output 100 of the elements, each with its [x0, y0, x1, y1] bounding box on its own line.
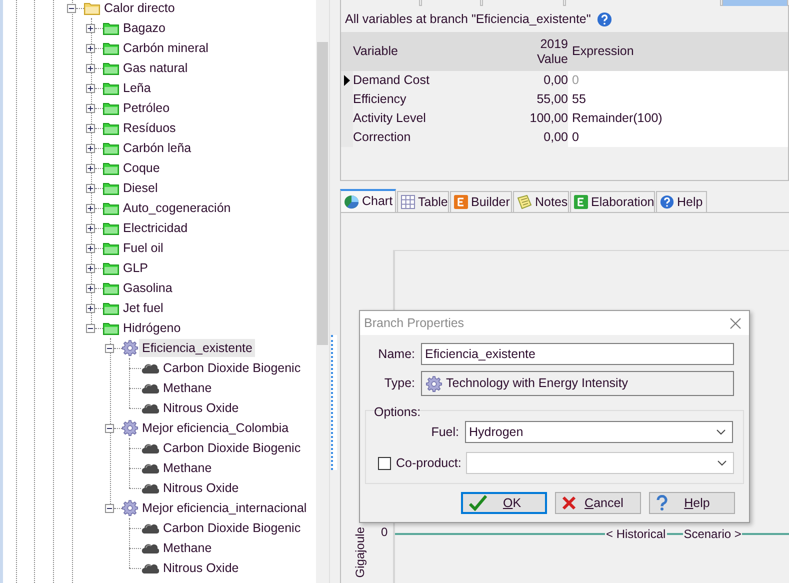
tree-item[interactable]: Hidrógeno — [120, 319, 184, 337]
tree-item[interactable]: Carbon Dioxide Biogenic — [160, 519, 304, 537]
folder-icon — [103, 241, 119, 255]
folder-icon — [103, 61, 119, 75]
tree-item[interactable]: Eficiencia_existente — [139, 339, 256, 357]
column-header[interactable]: Variable — [353, 44, 501, 59]
expand-toggle[interactable] — [67, 4, 76, 12]
cloud-icon — [141, 382, 159, 394]
expand-toggle[interactable] — [86, 224, 95, 232]
folder-icon — [103, 261, 119, 275]
expand-toggle[interactable] — [86, 244, 95, 252]
expand-toggle[interactable] — [86, 284, 95, 292]
column-header[interactable]: Expression — [572, 44, 634, 59]
scrollbar-thumb[interactable] — [317, 42, 328, 345]
folder-icon — [103, 41, 119, 55]
row-pointer-icon — [344, 75, 350, 86]
expand-toggle[interactable] — [86, 144, 95, 152]
table-cell-text: 55,00 — [536, 91, 568, 108]
tree-item[interactable]: Carbon Dioxide Biogenic — [160, 439, 304, 457]
gear-icon — [426, 376, 442, 392]
expand-toggle[interactable] — [86, 44, 95, 52]
tree-item[interactable]: Mejor eficiencia_Colombia — [139, 419, 292, 437]
tree-item[interactable]: Gasolina — [120, 279, 176, 297]
folder-icon — [103, 101, 119, 115]
tree-item[interactable]: Methane — [160, 459, 215, 477]
tab[interactable]: Help — [656, 191, 707, 212]
table-cell-text: Efficiency — [353, 91, 408, 108]
tree-item[interactable]: Carbón mineral — [120, 39, 212, 57]
dropdown-chevron-icon — [716, 429, 726, 435]
help-button[interactable]: Help — [649, 492, 735, 514]
column-header[interactable]: 2019 Value — [501, 36, 568, 66]
expand-toggle[interactable] — [86, 84, 95, 92]
tree-item[interactable]: Resíduos — [120, 119, 179, 137]
expand-toggle[interactable] — [86, 164, 95, 172]
tab[interactable]: Elaboration — [570, 191, 655, 212]
tree-item[interactable]: Coque — [120, 159, 163, 177]
folder-icon — [103, 221, 119, 235]
tab[interactable]: Table — [397, 191, 449, 212]
tree-item[interactable]: Diesel — [120, 179, 161, 197]
tree-item[interactable]: Bagazo — [120, 19, 168, 37]
expand-toggle[interactable] — [86, 104, 95, 112]
tree-item[interactable]: Carbon Dioxide Biogenic — [160, 359, 304, 377]
splitter-handle[interactable] — [331, 335, 337, 470]
expand-toggle[interactable] — [86, 24, 95, 32]
coproduct-checkbox[interactable] — [378, 456, 391, 470]
tree-item[interactable]: Leña — [120, 79, 154, 97]
tree-item[interactable]: Methane — [160, 539, 215, 557]
table-cell: 0 — [568, 128, 788, 147]
cloud-icon — [141, 562, 159, 574]
expand-toggle[interactable] — [105, 344, 114, 352]
tree-item[interactable]: Jet fuel — [120, 299, 166, 317]
folder-icon — [103, 321, 119, 335]
tree-item[interactable]: Gas natural — [120, 59, 191, 77]
expand-toggle[interactable] — [105, 504, 114, 512]
checkmark-icon — [469, 495, 487, 511]
folder-icon — [103, 141, 119, 155]
expand-toggle[interactable] — [86, 324, 95, 332]
tree-item[interactable]: Methane — [160, 379, 215, 397]
field-label: Fuel: — [430, 424, 459, 441]
tree-item[interactable]: Nitrous Oxide — [160, 479, 242, 497]
tree-item[interactable]: Auto_cogeneración — [120, 199, 234, 217]
row-indicator[interactable] — [341, 71, 353, 90]
table-cell-text: 0,00 — [542, 129, 568, 146]
expand-toggle[interactable] — [86, 184, 95, 192]
name-field[interactable]: Eficiencia_existente — [421, 343, 734, 365]
tree-item[interactable]: Calor directo — [101, 0, 178, 17]
tree-item[interactable]: Nitrous Oxide — [160, 399, 242, 417]
close-icon — [562, 496, 576, 510]
gear-icon — [122, 340, 138, 356]
help-icon — [596, 12, 612, 26]
ok-button[interactable]: OK — [461, 492, 547, 514]
tree-item[interactable]: Fuel oil — [120, 239, 166, 257]
tree-item[interactable]: Mejor eficiencia_internacional — [139, 499, 310, 517]
cloud-icon — [141, 462, 159, 474]
tree-item[interactable]: GLP — [120, 259, 152, 277]
expand-toggle[interactable] — [86, 204, 95, 212]
tree-item[interactable]: Nitrous Oxide — [160, 559, 242, 577]
expand-toggle[interactable] — [86, 304, 95, 312]
tab[interactable]: Builder — [450, 191, 512, 212]
expand-toggle[interactable] — [86, 124, 95, 132]
cloud-icon — [141, 402, 159, 414]
notepad-icon — [517, 195, 532, 209]
fuel-dropdown[interactable]: Hydrogen — [465, 421, 733, 443]
tab[interactable]: Notes — [513, 191, 569, 212]
panel-title: All variables at branch "Eficiencia_existente" — [345, 10, 591, 28]
cloud-icon — [141, 442, 159, 454]
group-label: Options: — [374, 405, 421, 419]
expand-toggle[interactable] — [86, 264, 95, 272]
tree-item[interactable]: Carbón leña — [120, 139, 194, 157]
table-cell-text: Activity Level — [353, 110, 427, 128]
table-cell-text: 100,00 — [528, 110, 568, 128]
list-icon — [574, 195, 588, 209]
tab[interactable]: Chart — [340, 189, 396, 212]
expand-toggle[interactable] — [86, 64, 95, 72]
close-icon[interactable] — [730, 318, 741, 328]
tree-item[interactable]: Electricidad — [120, 219, 191, 237]
grid-icon — [401, 195, 415, 209]
tree-item[interactable]: Petróleo — [120, 99, 173, 117]
cancel-button[interactable]: Cancel — [555, 492, 641, 514]
expand-toggle[interactable] — [105, 424, 114, 432]
